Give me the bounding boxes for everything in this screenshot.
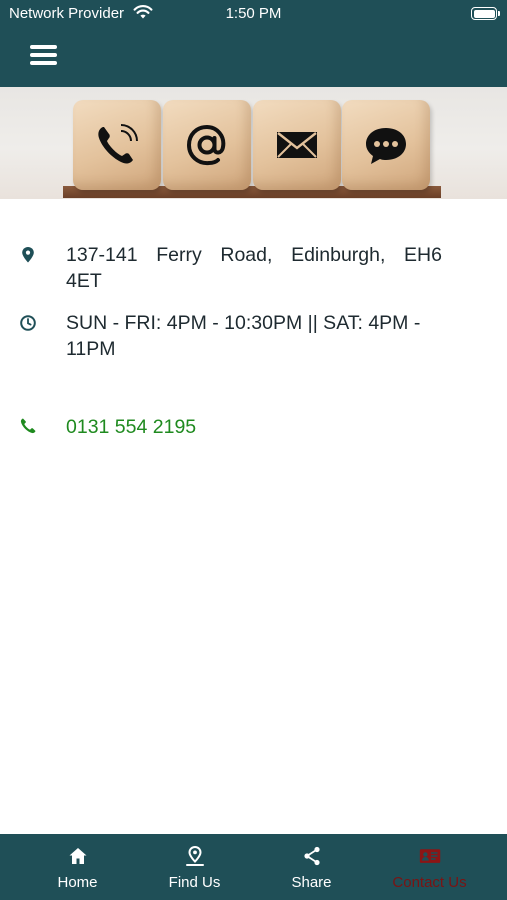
hamburger-menu-icon[interactable]	[30, 44, 58, 68]
app-header: Network Provider 1:50 PM	[0, 0, 507, 87]
battery-icon	[471, 7, 500, 20]
contact-card-icon	[419, 849, 440, 863]
clock: 1:50 PM	[225, 5, 282, 22]
chat-bubble-icon	[366, 128, 406, 164]
tab-contact-us-label: Contact Us	[392, 874, 467, 891]
app-screen: Network Provider 1:50 PM 137-141 Ferry R…	[0, 0, 507, 900]
tab-find-us[interactable]: Find Us	[136, 834, 253, 900]
location-pin-icon	[22, 247, 34, 263]
chat-block-icon	[342, 100, 430, 190]
phone-icon	[20, 418, 36, 434]
status-bar: Network Provider 1:50 PM	[0, 0, 507, 28]
tab-home-label: Home	[57, 874, 98, 891]
bottom-tab-bar: Home Find Us Share Contact Us	[0, 834, 507, 900]
location-pin-icon	[185, 845, 204, 866]
tab-find-us-label: Find Us	[168, 874, 221, 891]
clock-icon	[20, 315, 36, 331]
phone-block-icon	[73, 100, 161, 190]
envelope-icon	[277, 132, 317, 158]
tab-home[interactable]: Home	[19, 834, 136, 900]
home-icon	[69, 848, 86, 864]
at-sign-icon	[186, 124, 226, 166]
at-sign-block-icon	[163, 100, 251, 190]
phone-number-link[interactable]: 0131 554 2195	[66, 414, 442, 440]
tab-contact-us[interactable]: Contact Us	[371, 834, 488, 900]
tab-share[interactable]: Share	[253, 834, 370, 900]
phone-icon	[98, 124, 138, 164]
opening-hours-text: SUN - FRI: 4PM - 10:30PM || SAT: 4PM - 1…	[66, 312, 421, 360]
envelope-block-icon	[253, 100, 341, 190]
tab-share-label: Share	[291, 874, 332, 891]
share-icon	[303, 846, 320, 866]
address-text: 137-141 Ferry Road, Edinburgh, EH6 4ET	[66, 244, 442, 292]
